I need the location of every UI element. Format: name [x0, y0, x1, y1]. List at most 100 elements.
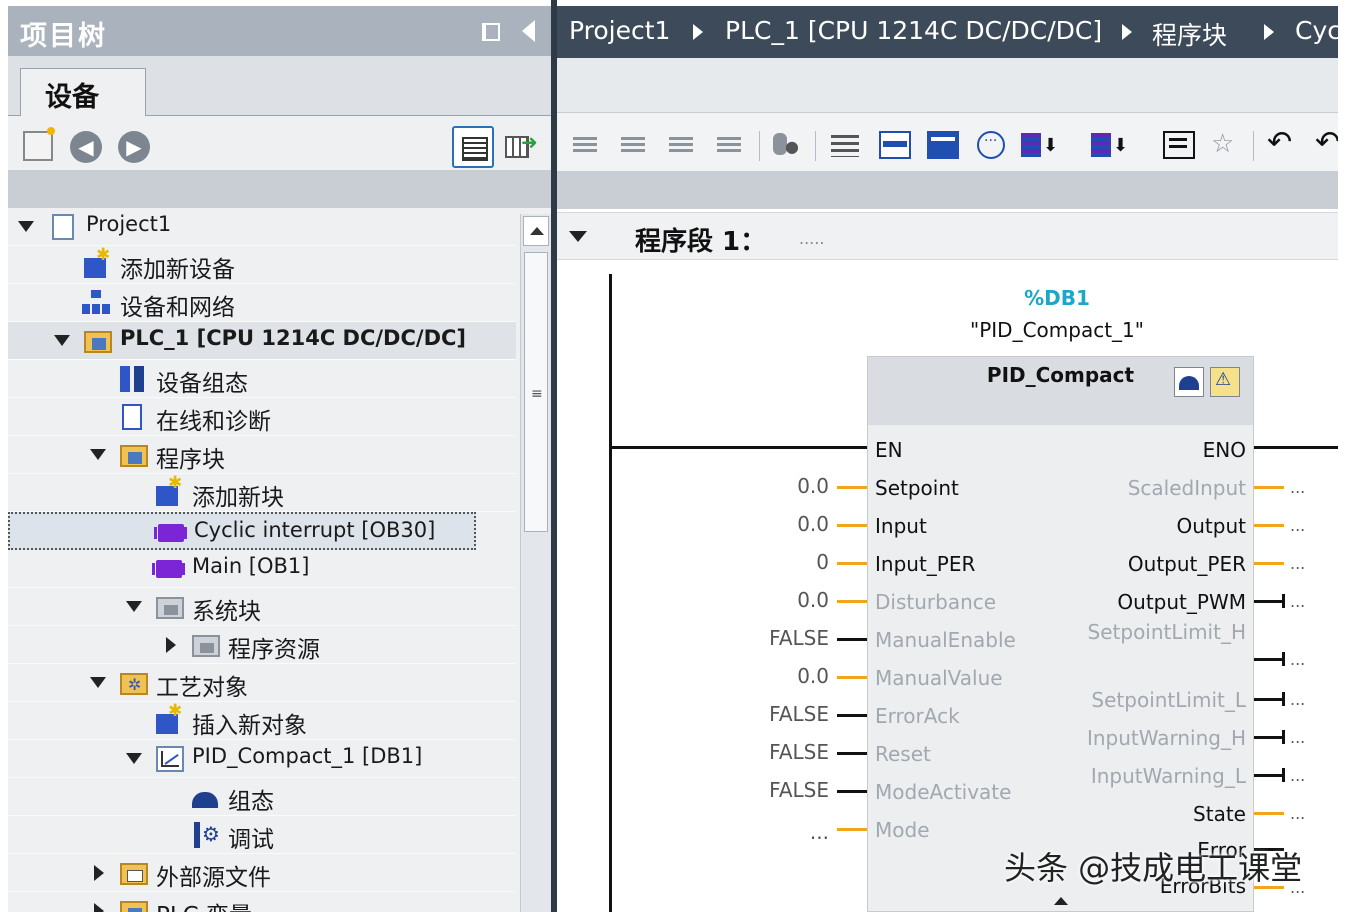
tree-scrollbar[interactable]: ≡	[520, 214, 551, 912]
tree-item-external-sources[interactable]: 外部源文件	[8, 854, 516, 892]
project-tree-toolbar-band	[8, 170, 551, 208]
input-warning-l-operand[interactable]: ...	[1290, 766, 1305, 785]
project-tree-panel: 项目树 设备 ◀ ▶ ➜ Project1 添加新设备 设备和网络 PLC_1	[8, 6, 551, 912]
expand-arrow-icon[interactable]	[126, 753, 142, 764]
tree-item-commissioning[interactable]: 调试	[8, 816, 516, 854]
breadcrumb-plc[interactable]: PLC_1 [CPU 1214C DC/DC/DC]	[725, 16, 1102, 45]
absolute-operand-icon[interactable]	[1021, 131, 1058, 159]
back-icon[interactable]: ◀	[70, 131, 102, 163]
tree-item-cyclic-interrupt[interactable]: Cyclic interrupt [OB30]	[8, 512, 476, 550]
instance-db-name[interactable]: "PID_Compact_1"	[937, 318, 1177, 342]
close-all-networks-icon[interactable]	[927, 131, 959, 159]
collapse-panel-icon[interactable]	[522, 20, 535, 42]
setpoint-value[interactable]: 0.0	[797, 474, 829, 498]
breadcrumb-block[interactable]: Cyc	[1295, 16, 1338, 45]
delete-network-icon[interactable]	[619, 131, 651, 159]
mode-value[interactable]: ...	[810, 820, 829, 844]
input-per-value[interactable]: 0	[816, 550, 829, 574]
tree-item-main-ob1[interactable]: Main [OB1]	[8, 550, 516, 588]
manual-enable-value[interactable]: FALSE	[769, 626, 829, 650]
tree-item-label: 添加新设备	[120, 257, 235, 283]
breadcrumb-program-blocks[interactable]: 程序块	[1152, 16, 1227, 52]
pin-output: Output	[1176, 514, 1246, 538]
tree-item-technology-objects[interactable]: ✲ 工艺对象	[8, 664, 516, 702]
forward-icon[interactable]: ▶	[118, 131, 150, 163]
collapse-network-icon[interactable]	[569, 231, 587, 242]
insert-network-icon[interactable]	[571, 131, 603, 159]
expand-arrow-icon[interactable]	[126, 601, 142, 612]
input-warning-h-operand[interactable]: ...	[1290, 728, 1305, 747]
output-per-operand[interactable]: ...	[1290, 554, 1305, 573]
tree-item-add-device[interactable]: 添加新设备	[8, 245, 516, 284]
append-row-icon[interactable]	[715, 131, 747, 159]
comment-icon[interactable]	[977, 131, 1005, 159]
system-folder-icon	[156, 597, 184, 619]
scaled-input-operand[interactable]: ...	[1290, 478, 1305, 497]
symbol-operand-icon[interactable]	[1091, 131, 1128, 159]
instance-db-address[interactable]: %DB1	[977, 286, 1137, 310]
tree-item-online-diagnostics[interactable]: 在线和诊断	[8, 398, 516, 436]
collapse-arrow-icon[interactable]	[94, 903, 104, 912]
overview-view-icon[interactable]	[452, 126, 494, 168]
detail-view-icon[interactable]: ➜	[505, 130, 539, 164]
manual-value-value[interactable]: 0.0	[797, 664, 829, 688]
tree-item-program-blocks[interactable]: 程序块	[8, 436, 516, 474]
input-warning-h-tick	[1282, 730, 1285, 744]
go-to-icon[interactable]	[1267, 125, 1299, 160]
output-pwm-operand[interactable]: ...	[1290, 592, 1305, 611]
pin-error-ack: ErrorAck	[875, 704, 960, 728]
network-comment[interactable]: .....	[799, 229, 824, 248]
setpoint-limit-h-wire	[1254, 658, 1284, 661]
expand-arrow-icon[interactable]	[54, 335, 70, 346]
tree-item-project1[interactable]: Project1	[8, 208, 516, 246]
breadcrumb-separator-icon	[1122, 24, 1132, 40]
expand-arrow-icon[interactable]	[90, 677, 106, 688]
favorites-icon[interactable]	[1209, 129, 1241, 159]
tree-item-system-blocks[interactable]: 系统块	[8, 588, 516, 626]
tree-item-program-resources[interactable]: 程序资源	[8, 626, 516, 664]
setpoint-limit-l-operand[interactable]: ...	[1290, 690, 1305, 709]
insert-row-icon[interactable]	[667, 131, 699, 159]
tree-item-device-config[interactable]: 设备组态	[8, 360, 516, 398]
expand-arrow-icon[interactable]	[18, 221, 34, 232]
expand-arrow-icon[interactable]	[90, 449, 106, 460]
collapse-arrow-icon[interactable]	[94, 865, 104, 881]
setpoint-limit-h-operand[interactable]: ...	[1290, 650, 1305, 669]
disturbance-value[interactable]: 0.0	[797, 588, 829, 612]
block-commissioning-icon[interactable]	[1210, 367, 1240, 397]
list-view-icon[interactable]	[829, 131, 861, 159]
scroll-thumb[interactable]: ≡	[524, 252, 548, 532]
tree-item-add-block[interactable]: 添加新块	[8, 473, 516, 512]
tree-item-insert-object[interactable]: 插入新对象	[8, 701, 516, 740]
output-operand[interactable]: ...	[1290, 516, 1305, 535]
state-operand[interactable]: ...	[1290, 804, 1305, 823]
tab-devices[interactable]: 设备	[20, 68, 146, 118]
pin-manual-enable: ManualEnable	[875, 628, 1016, 652]
error-ack-value[interactable]: FALSE	[769, 702, 829, 726]
setpoint-wire	[837, 486, 867, 489]
outline-view-icon[interactable]	[1163, 131, 1195, 159]
jump-back-icon[interactable]	[1315, 125, 1338, 160]
pin-panel-icon[interactable]	[482, 23, 500, 41]
breadcrumb-project[interactable]: Project1	[569, 16, 670, 45]
organization-block-icon	[154, 524, 188, 542]
program-blocks-folder-icon	[120, 445, 148, 467]
insert-object-icon	[156, 701, 182, 734]
input-value[interactable]: 0.0	[797, 512, 829, 536]
reset-value[interactable]: FALSE	[769, 740, 829, 764]
tree-item-plc1[interactable]: PLC_1 [CPU 1214C DC/DC/DC]	[8, 322, 516, 360]
plc-tags-folder-icon	[120, 901, 148, 912]
tree-item-pid-compact-1[interactable]: PID_Compact_1 [DB1]	[8, 740, 516, 778]
new-group-icon[interactable]	[23, 127, 55, 161]
tree-item-devices-networks[interactable]: 设备和网络	[8, 284, 516, 322]
network-header[interactable]: 程序段 1： .....	[557, 212, 1338, 260]
block-config-icon[interactable]	[1174, 367, 1204, 397]
open-all-networks-icon[interactable]	[879, 131, 911, 159]
mode-activate-value[interactable]: FALSE	[769, 778, 829, 802]
scroll-up-button[interactable]	[523, 216, 549, 246]
tree-item-plc-tags[interactable]: PLC 变量	[8, 892, 516, 912]
expand-pins-icon[interactable]	[1054, 897, 1068, 905]
tree-item-configuration[interactable]: 组态	[8, 778, 516, 816]
database-icon[interactable]	[771, 131, 803, 159]
collapse-arrow-icon[interactable]	[166, 637, 176, 653]
